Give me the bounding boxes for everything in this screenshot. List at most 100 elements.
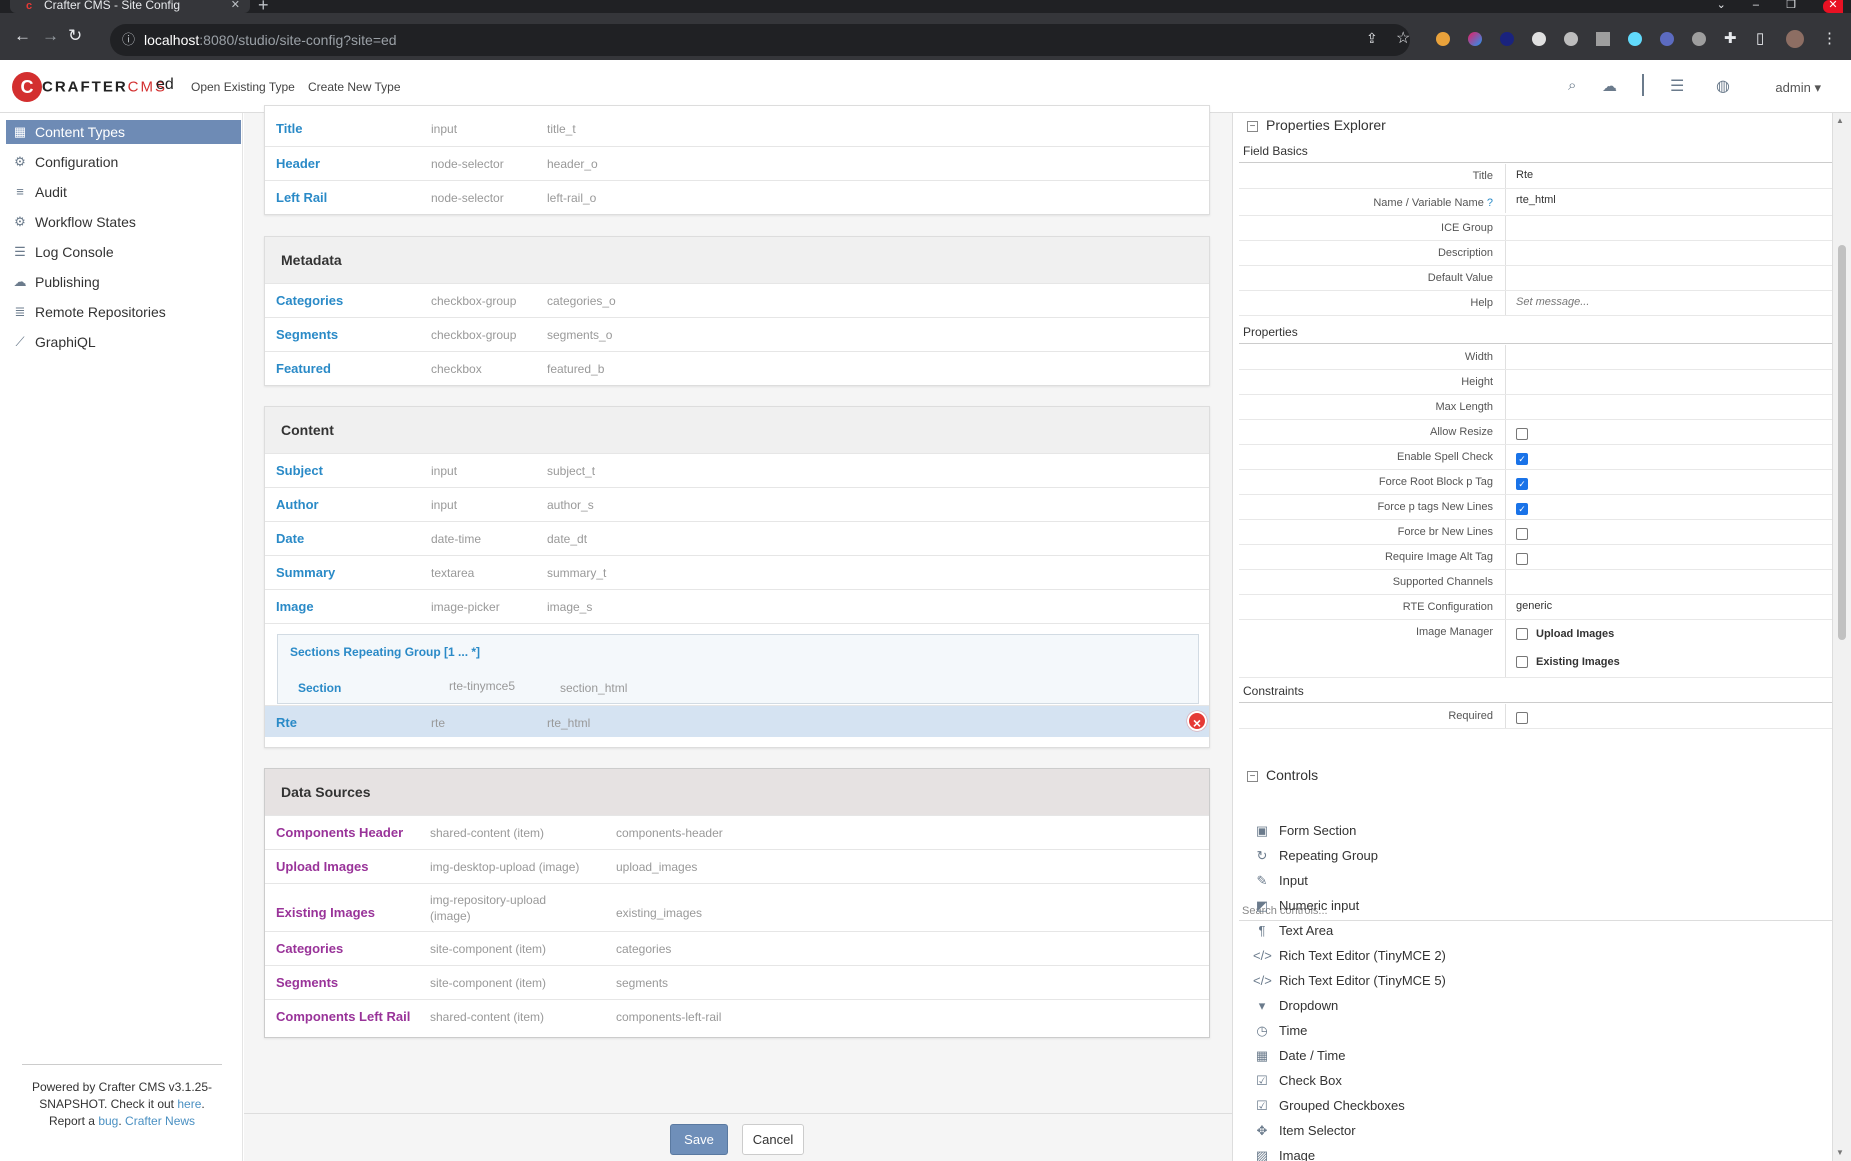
control-numeric-input[interactable]: ◩ Numeric input — [1253, 894, 1359, 918]
prop-default-value-input[interactable] — [1505, 266, 1833, 290]
publish-cloud-icon[interactable]: ☁ — [1602, 77, 1617, 95]
prop-ice-group-input[interactable] — [1505, 216, 1833, 240]
prop-row-width[interactable]: Width — [1239, 345, 1833, 370]
browser-tab[interactable]: c Crafter CMS - Site Config ✕ — [10, 0, 250, 13]
repeating-group[interactable]: Sections Repeating Group [1 ... *] Secti… — [277, 634, 1199, 704]
menu-icon[interactable]: ☰ — [1670, 76, 1684, 96]
back-icon[interactable]: ← — [14, 27, 31, 44]
sidebar-item-publishing[interactable]: ☁ Publishing — [6, 270, 241, 294]
control-rte-tinymce5[interactable]: </> Rich Text Editor (TinyMCE 5) — [1253, 969, 1446, 993]
prop-height-input[interactable] — [1505, 370, 1833, 394]
open-existing-type-link[interactable]: Open Existing Type — [191, 80, 295, 94]
field-row[interactable]: Author input author_s — [265, 487, 1209, 521]
upload-images-checkbox[interactable] — [1516, 628, 1528, 641]
control-form-section[interactable]: ▣ Form Section — [1253, 819, 1356, 843]
sidebar-item-content-types[interactable]: ▦ Content Types — [6, 120, 241, 144]
control-time[interactable]: ◷ Time — [1253, 1019, 1307, 1043]
data-sources-section[interactable]: Data Sources Components Header shared-con… — [264, 768, 1210, 1038]
control-date-time[interactable]: ▦ Date / Time — [1253, 1044, 1346, 1068]
extension-grey-icon[interactable] — [1692, 32, 1706, 46]
browser-menu-icon[interactable]: ⋮ — [1822, 29, 1837, 47]
prop-row-force-p-tags[interactable]: Force p tags New Lines ✓ — [1239, 495, 1833, 520]
datasource-row[interactable]: Segments site-component (item) segments — [265, 965, 1209, 999]
globe-icon[interactable]: ◍ — [1716, 76, 1730, 96]
sidebar-item-audit[interactable]: ≡ Audit — [6, 180, 241, 204]
forward-icon[interactable]: → — [42, 27, 59, 44]
controls-header[interactable]: − Controls — [1247, 767, 1318, 783]
spell-check-checkbox[interactable]: ✓ — [1516, 452, 1528, 465]
prop-row-image-manager[interactable]: Image Manager Upload Images Existing Ima… — [1239, 620, 1833, 678]
user-menu[interactable]: admin ▾ — [1775, 80, 1821, 96]
sidebar-item-log-console[interactable]: ☰ Log Console — [6, 240, 241, 264]
control-input[interactable]: ✎ Input — [1253, 869, 1308, 893]
collapse-icon[interactable]: − — [1247, 771, 1258, 782]
cancel-button[interactable]: Cancel — [742, 1124, 804, 1155]
sidepanel-icon[interactable]: ▯ — [1756, 29, 1764, 47]
help-question-icon[interactable]: ? — [1487, 197, 1493, 209]
site-info-icon[interactable]: ⓘ — [122, 24, 135, 56]
footer-news-link[interactable]: Crafter News — [125, 1114, 195, 1128]
window-close-icon[interactable]: ✕ — [1823, 0, 1843, 13]
extension-cookie-icon[interactable] — [1436, 32, 1450, 46]
profile-avatar-icon[interactable] — [1786, 30, 1804, 48]
field-row[interactable]: Categories checkbox-group categories_o — [265, 283, 1209, 317]
tab-close-icon[interactable]: ✕ — [231, 0, 240, 11]
reload-icon[interactable]: ↻ — [68, 27, 82, 44]
address-bar[interactable]: ⓘ localhost:8080/studio/site-config?site=… — [110, 24, 1410, 56]
scroll-down-icon[interactable]: ▼ — [1836, 1148, 1844, 1157]
crafter-logo[interactable]: C CRAFTERCMS — [12, 72, 167, 104]
save-button[interactable]: Save — [670, 1124, 728, 1155]
control-dropdown[interactable]: ▾ Dropdown — [1253, 994, 1339, 1018]
share-icon[interactable]: ⇪ — [1366, 30, 1378, 47]
require-alt-checkbox[interactable] — [1516, 552, 1528, 565]
control-grouped-checkboxes[interactable]: ☑ Grouped Checkboxes — [1253, 1094, 1405, 1118]
prop-row-required[interactable]: Required — [1239, 704, 1833, 729]
metadata-section[interactable]: Metadata Categories checkbox-group categor… — [264, 236, 1210, 386]
prop-row-supported-channels[interactable]: Supported Channels — [1239, 570, 1833, 595]
force-p-tags-checkbox[interactable]: ✓ — [1516, 502, 1528, 515]
footer-bug-link[interactable]: bug — [98, 1114, 118, 1128]
field-row[interactable]: Date date-time date_dt — [265, 521, 1209, 555]
prop-row-description[interactable]: Description — [1239, 241, 1833, 266]
prop-row-max-length[interactable]: Max Length — [1239, 395, 1833, 420]
prop-row-rte-config[interactable]: RTE Configuration generic — [1239, 595, 1833, 620]
datasource-row[interactable]: Categories site-component (item) categorie… — [265, 931, 1209, 965]
scrollbar-thumb[interactable] — [1838, 245, 1846, 640]
prop-width-input[interactable] — [1505, 345, 1833, 369]
force-root-block-checkbox[interactable]: ✓ — [1516, 477, 1528, 490]
search-icon[interactable]: ⌕ — [1568, 77, 1576, 94]
field-row[interactable]: Header node-selector header_o — [265, 146, 1209, 180]
existing-images-checkbox[interactable] — [1516, 656, 1528, 669]
scroll-up-icon[interactable]: ▲ — [1836, 116, 1844, 125]
required-checkbox[interactable] — [1516, 711, 1528, 724]
site-name[interactable]: ed — [156, 76, 174, 94]
sidebar-item-configuration[interactable]: ⚙ Configuration — [6, 150, 241, 174]
extension-gear-icon[interactable] — [1564, 32, 1578, 46]
control-image[interactable]: ▨ Image — [1253, 1144, 1315, 1161]
field-row[interactable]: Segments checkbox-group segments_o — [265, 317, 1209, 351]
prop-help-input[interactable]: Set message... — [1516, 296, 1589, 308]
extension-moon-icon[interactable] — [1500, 32, 1514, 46]
footer-here-link[interactable]: here — [177, 1097, 201, 1111]
datasource-row[interactable]: Existing Images img-repository-upload (im… — [265, 883, 1209, 931]
properties-explorer-header[interactable]: − Properties Explorer — [1247, 117, 1386, 133]
prop-row-ice-group[interactable]: ICE Group — [1239, 216, 1833, 241]
prop-row-title[interactable]: Title Rte — [1239, 164, 1833, 189]
tab-search-icon[interactable]: ⌄ — [1717, 0, 1726, 11]
create-new-type-link[interactable]: Create New Type — [308, 80, 401, 94]
extensions-puzzle-icon[interactable]: ✚ — [1724, 29, 1737, 47]
new-tab-icon[interactable]: + — [258, 0, 269, 14]
prop-supported-channels-input[interactable] — [1505, 570, 1833, 594]
delete-field-icon[interactable]: × — [1187, 711, 1207, 731]
content-section[interactable]: Content Subject input subject_t Author inpu… — [264, 406, 1210, 748]
collapse-icon[interactable]: − — [1247, 121, 1258, 132]
selected-field-row[interactable]: Rte rte rte_html — [265, 705, 1209, 737]
field-row[interactable]: Image image-picker image_s — [265, 589, 1209, 623]
prop-row-allow-resize[interactable]: Allow Resize — [1239, 420, 1833, 445]
extension-circle-icon[interactable] — [1532, 32, 1546, 46]
bookmark-star-icon[interactable]: ☆ — [1396, 28, 1410, 48]
control-text-area[interactable]: ¶ Text Area — [1253, 919, 1334, 943]
field-row[interactable]: Featured checkbox featured_b — [265, 351, 1209, 385]
prop-description-input[interactable] — [1505, 241, 1833, 265]
prop-variable-name-input[interactable]: rte_html — [1505, 189, 1833, 213]
